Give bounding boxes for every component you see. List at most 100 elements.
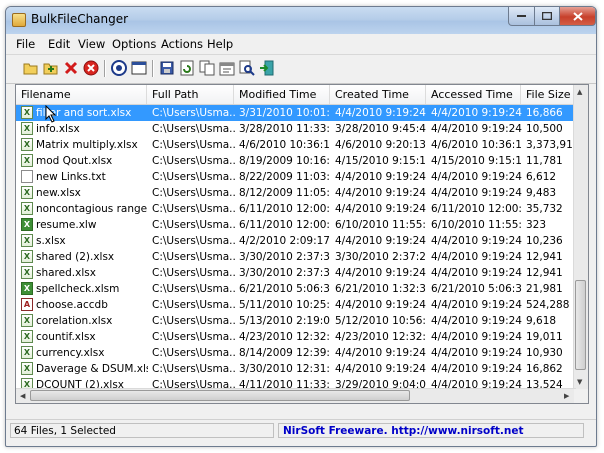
file-size-cell: 12,941: [526, 267, 563, 279]
menu-actions[interactable]: Actions: [161, 37, 203, 51]
table-row[interactable]: Xcurrency.xlsx C:\Users\Usma... 8/14/2009 …: [16, 345, 576, 361]
modified-time-cell: 6/11/2010 12:00:...: [239, 203, 331, 215]
filename-cell: shared (2).xlsx: [36, 251, 115, 263]
find-button[interactable]: [238, 59, 256, 77]
table-row[interactable]: Xnew.xlsx C:\Users\Usma... 8/12/2009 11:05…: [16, 185, 576, 201]
list-header: Filename Full Path Modified Time Created…: [16, 85, 576, 105]
file-size-cell: 6,612: [526, 171, 557, 183]
file-size-cell: 21,981: [526, 283, 563, 295]
full-path-cell: C:\Users\Usma...: [152, 219, 235, 231]
menu-options[interactable]: Options: [112, 37, 156, 51]
table-row[interactable]: Xcountif.xlsx C:\Users\Usma... 4/23/2010 1…: [16, 329, 576, 345]
table-row[interactable]: Xinfo.xlsx C:\Users\Usma... 3/28/2010 11:3…: [16, 121, 576, 137]
filename-cell: shared.xlsx: [36, 267, 96, 279]
table-row[interactable]: Xresume.xlw C:\Users\Usma... 6/11/2010 12:…: [16, 217, 576, 233]
full-path-cell: C:\Users\Usma...: [152, 315, 235, 327]
column-header-full-path[interactable]: Full Path: [147, 85, 234, 104]
app-icon: [12, 13, 26, 27]
filename-cell: Matrix multiply.xlsx: [36, 139, 138, 151]
table-row[interactable]: Xshared (2).xlsx C:\Users\Usma... 3/30/201…: [16, 249, 576, 265]
excel-file-icon: X: [21, 234, 33, 247]
toolbar-separator: [152, 60, 154, 77]
file-size-cell: 10,930: [526, 347, 563, 359]
accessed-time-cell: 4/4/2010 9:19:24 ...: [431, 299, 522, 311]
table-row[interactable]: Xnoncontagious range... C:\Users\Usma... 6…: [16, 201, 576, 217]
created-time-cell: 3/28/2010 9:45:4...: [335, 123, 427, 135]
scroll-up-icon[interactable]: ▲: [577, 88, 582, 96]
excel-file-icon: X: [21, 186, 33, 199]
file-size-cell: 3,373,916: [526, 139, 576, 151]
nirsoft-link[interactable]: NirSoft Freeware. http://www.nirsoft.net: [278, 423, 584, 438]
file-size-cell: 10,236: [526, 235, 563, 247]
vertical-scrollbar[interactable]: ▲ ▼: [573, 85, 588, 390]
change-time-button[interactable]: [218, 59, 236, 77]
column-header-modified-time[interactable]: Modified Time: [234, 85, 330, 104]
minimize-button[interactable]: [508, 7, 535, 26]
accessed-time-cell: 6/21/2010 5:06:3...: [431, 283, 522, 295]
table-row[interactable]: Xshared.xlsx C:\Users\Usma... 3/30/2010 2:…: [16, 265, 576, 281]
delete-button[interactable]: [62, 59, 80, 77]
accessed-time-cell: 4/4/2010 9:19:24 ...: [431, 235, 522, 247]
accessed-time-cell: 4/4/2010 9:19:24 ...: [431, 267, 522, 279]
exit-button[interactable]: [258, 59, 276, 77]
accessed-time-cell: 4/4/2010 9:19:24 ...: [431, 315, 522, 327]
clear-all-button[interactable]: [82, 59, 100, 77]
table-row[interactable]: Xcorelation.xlsx C:\Users\Usma... 5/13/201…: [16, 313, 576, 329]
column-header-filename[interactable]: Filename: [16, 85, 147, 104]
scroll-right-icon[interactable]: ▶: [564, 392, 569, 400]
access-file-icon: A: [21, 298, 33, 311]
vertical-scroll-thumb[interactable]: [575, 280, 586, 370]
menu-file[interactable]: File: [16, 37, 35, 51]
created-time-cell: 3/30/2010 2:37:2...: [335, 251, 427, 263]
table-row[interactable]: Xfilter and sort.xlsx C:\Users\Usma... 3/3…: [16, 105, 576, 121]
horizontal-scrollbar[interactable]: ◀ ▶: [16, 388, 576, 403]
table-row[interactable]: X Daverage & DSUM.xlsx C:\Users\Usma... 3/3…: [16, 361, 576, 377]
file-list[interactable]: Filename Full Path Modified Time Created…: [15, 84, 589, 404]
filename-cell: spellcheck.xlsm: [36, 283, 120, 295]
scroll-left-icon[interactable]: ◀: [20, 392, 25, 400]
maximize-button[interactable]: [534, 7, 560, 26]
horizontal-scroll-thumb[interactable]: [30, 390, 410, 401]
table-row[interactable]: Xspellcheck.xlsm C:\Users\Usma... 6/21/201…: [16, 281, 576, 297]
table-row[interactable]: Xmod Qout.xlsx C:\Users\Usma... 8/19/2009 …: [16, 153, 576, 169]
close-button[interactable]: [559, 7, 596, 26]
status-file-count: 64 Files, 1 Selected: [10, 423, 274, 438]
menu-edit[interactable]: Edit: [48, 37, 70, 51]
filename-cell: countif.xlsx: [36, 331, 96, 343]
excel-file-icon: X: [21, 346, 33, 359]
table-row[interactable]: X Matrix multiply.xlsx C:\Users\Usma... 4/6…: [16, 137, 576, 153]
full-path-cell: C:\Users\Usma...: [152, 139, 235, 151]
created-time-cell: 4/15/2010 9:15:1...: [335, 155, 427, 167]
column-header-file-size[interactable]: File Size: [521, 85, 576, 104]
title-bar[interactable]: BulkFileChanger: [6, 7, 596, 34]
table-row[interactable]: Xs.xlsx C:\Users\Usma... 4/2/2010 2:09:17 …: [16, 233, 576, 249]
minimize-icon: [517, 15, 526, 17]
column-header-created-time[interactable]: Created Time: [330, 85, 426, 104]
modified-time-cell: 5/11/2010 10:25:...: [239, 299, 331, 311]
window-view-button[interactable]: [130, 59, 148, 77]
add-files-button[interactable]: [42, 59, 60, 77]
menu-view[interactable]: View: [78, 37, 105, 51]
open-folder-icon: [23, 63, 38, 75]
table-row[interactable]: Achoose.accdb C:\Users\Usma... 5/11/2010 1…: [16, 297, 576, 313]
excel-file-icon: X: [21, 122, 33, 135]
file-size-cell: 16,866: [526, 107, 563, 119]
app-window: BulkFileChanger File Edit View Options A…: [5, 6, 597, 447]
full-path-cell: C:\Users\Usma...: [152, 363, 235, 375]
scroll-down-icon[interactable]: ▼: [577, 378, 582, 386]
full-path-cell: C:\Users\Usma...: [152, 107, 235, 119]
table-row[interactable]: new Links.txt C:\Users\Usma... 8/22/2009 1…: [16, 169, 576, 185]
open-folder-button[interactable]: [22, 59, 40, 77]
copy-button[interactable]: [198, 59, 216, 77]
refresh-button[interactable]: [178, 59, 196, 77]
menu-help[interactable]: Help: [207, 37, 233, 51]
column-header-accessed-time[interactable]: Accessed Time: [426, 85, 521, 104]
save-button[interactable]: [158, 59, 176, 77]
created-time-cell: 4/4/2010 9:19:24 ...: [335, 363, 427, 375]
properties-button[interactable]: [110, 59, 128, 77]
created-time-cell: 4/4/2010 9:19:24 ...: [335, 267, 427, 279]
created-time-cell: 4/4/2010 9:19:24 ...: [335, 187, 427, 199]
file-size-cell: 16,862: [526, 363, 563, 375]
full-path-cell: C:\Users\Usma...: [152, 347, 235, 359]
full-path-cell: C:\Users\Usma...: [152, 235, 235, 247]
